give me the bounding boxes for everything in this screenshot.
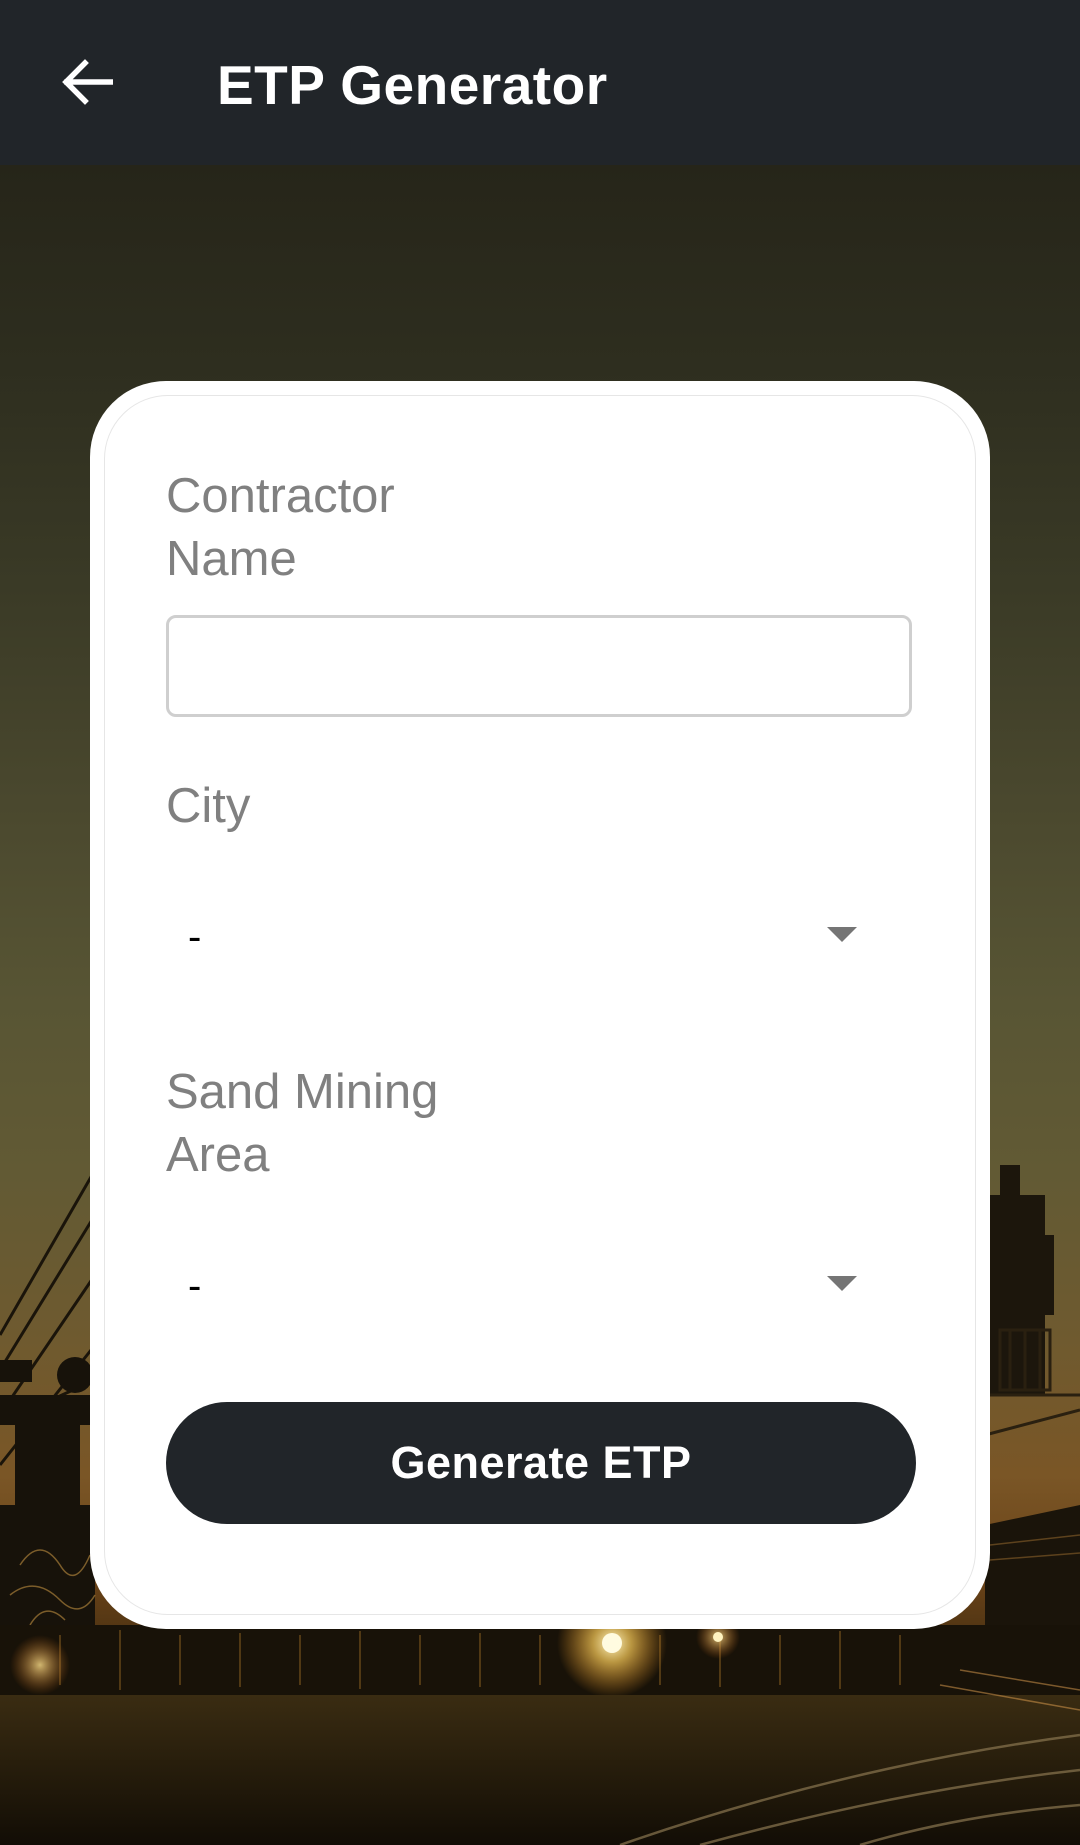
page-title: ETP Generator <box>217 54 608 116</box>
sand-mining-area-label: Sand Mining Area <box>166 1065 439 1182</box>
generate-etp-button[interactable]: Generate ETP <box>166 1402 916 1524</box>
city-selected-value: - <box>188 915 202 959</box>
arrow-left-icon <box>62 59 113 105</box>
app-bar: ETP Generator <box>0 0 1080 165</box>
back-button[interactable] <box>55 50 119 114</box>
city-dropdown[interactable]: - <box>166 893 912 983</box>
dropdown-arrow-icon <box>827 927 857 942</box>
contractor-name-input[interactable] <box>166 615 912 717</box>
city-label: City <box>166 779 251 833</box>
contractor-name-label: Contractor Name <box>166 469 395 586</box>
sand-mining-area-dropdown[interactable]: - <box>166 1242 912 1332</box>
etp-form-card: Contractor Name City - Sand Mining Area … <box>90 381 990 1629</box>
sand-mining-area-selected-value: - <box>188 1264 202 1308</box>
dropdown-arrow-icon <box>827 1276 857 1291</box>
